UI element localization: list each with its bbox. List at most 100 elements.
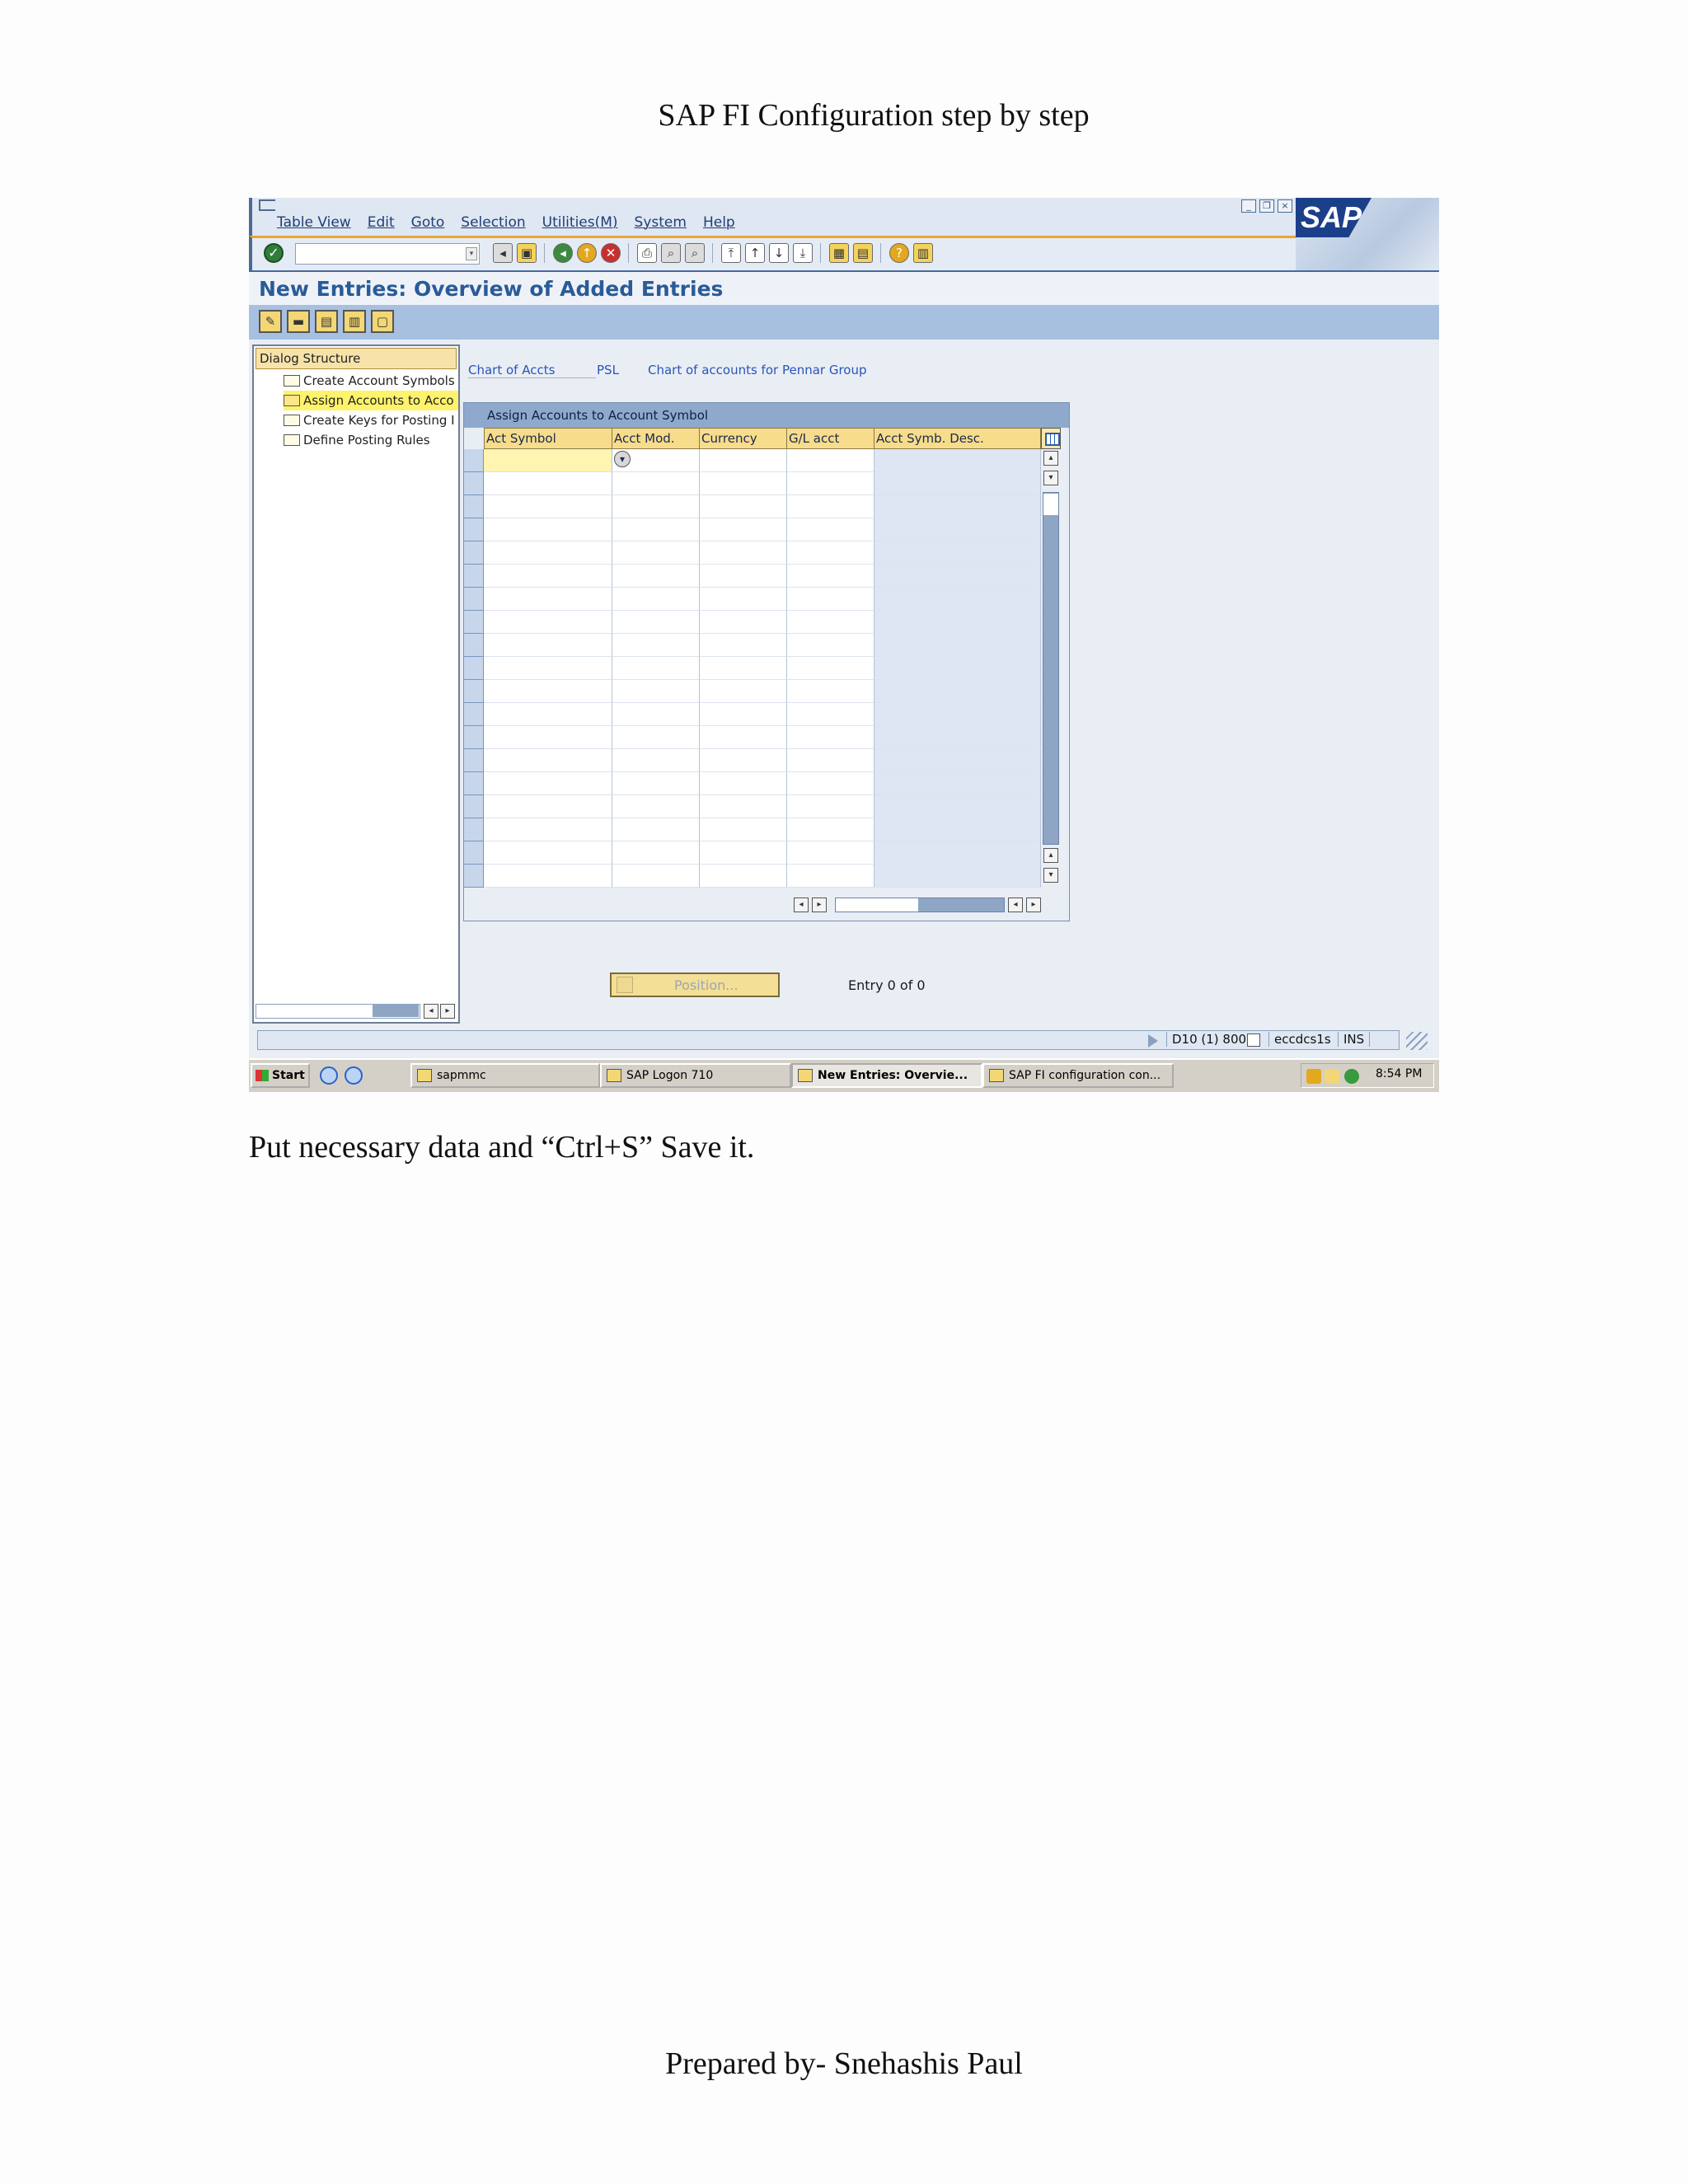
table-cell[interactable] <box>612 865 700 888</box>
restore-icon[interactable]: ❐ <box>1259 199 1274 213</box>
row-selector[interactable] <box>464 703 484 726</box>
table-cell[interactable] <box>700 495 787 518</box>
command-field[interactable]: ▾ <box>295 243 480 265</box>
table-cell[interactable] <box>484 588 612 611</box>
row-selector[interactable] <box>464 565 484 588</box>
table-cell[interactable] <box>700 749 787 772</box>
table-cell[interactable] <box>787 726 874 749</box>
scroll-right-icon[interactable]: ▸ <box>440 1004 455 1019</box>
table-cell[interactable] <box>612 818 700 841</box>
task-new-entries[interactable]: New Entries: Overvie... <box>791 1063 982 1088</box>
table-cell[interactable] <box>787 495 874 518</box>
column-header-gl-acct[interactable]: G/L acct <box>787 428 874 449</box>
table-cell[interactable] <box>484 495 612 518</box>
scroll-thumb[interactable] <box>1043 494 1058 515</box>
row-selector[interactable] <box>464 749 484 772</box>
table-cell[interactable] <box>612 749 700 772</box>
table-cell[interactable] <box>700 588 787 611</box>
column-header-acct-mod[interactable]: Acct Mod. <box>612 428 700 449</box>
menu-system[interactable]: System <box>635 214 687 231</box>
scroll-track[interactable] <box>1043 492 1059 845</box>
row-selector[interactable] <box>464 680 484 703</box>
tray-sap-icon[interactable] <box>1306 1069 1321 1084</box>
position-button[interactable]: Position... <box>610 972 780 997</box>
row-selector[interactable] <box>464 634 484 657</box>
close-icon[interactable]: × <box>1278 199 1292 213</box>
command-field-toggle-icon[interactable] <box>259 199 275 211</box>
table-cell[interactable] <box>484 795 612 818</box>
find-icon[interactable]: ⌕ <box>661 243 681 263</box>
table-cell[interactable] <box>484 865 612 888</box>
table-cell[interactable] <box>484 703 612 726</box>
table-cell[interactable] <box>787 541 874 565</box>
table-cell[interactable] <box>787 680 874 703</box>
table-vertical-scrollbar[interactable]: ▴ ▾ ▴ ▾ <box>1043 449 1059 888</box>
table-cell[interactable] <box>787 772 874 795</box>
table-cell[interactable] <box>787 565 874 588</box>
table-cell[interactable] <box>612 518 700 541</box>
table-cell[interactable] <box>612 680 700 703</box>
table-cell[interactable] <box>484 772 612 795</box>
row-selector[interactable] <box>464 449 484 472</box>
table-cell[interactable] <box>484 680 612 703</box>
back-icon[interactable]: ◂ <box>553 243 573 263</box>
scroll-right-icon[interactable]: ◂ <box>1008 898 1023 912</box>
table-cell[interactable] <box>700 449 787 472</box>
table-cell[interactable] <box>700 680 787 703</box>
system-dropdown-icon[interactable] <box>1247 1033 1260 1047</box>
status-toggle-icon[interactable] <box>1148 1034 1158 1047</box>
tree-node-define-posting-rules[interactable]: Define Posting Rules <box>284 430 458 450</box>
deselect-all-icon[interactable]: ▢ <box>371 310 394 333</box>
scroll-left-icon[interactable]: ▸ <box>812 898 827 912</box>
table-cell[interactable] <box>612 565 700 588</box>
tree-node-assign-accounts[interactable]: Assign Accounts to Acco <box>284 391 458 410</box>
table-cell[interactable] <box>700 703 787 726</box>
table-cell[interactable] <box>787 449 874 472</box>
table-cell[interactable] <box>700 726 787 749</box>
row-selector[interactable] <box>464 518 484 541</box>
table-cell[interactable] <box>787 657 874 680</box>
table-cell[interactable] <box>612 795 700 818</box>
save-icon[interactable]: ▣ <box>517 243 537 263</box>
scroll-up-icon[interactable]: ▾ <box>1043 471 1058 485</box>
previous-page-icon[interactable]: ↑ <box>745 243 765 263</box>
column-header-currency[interactable]: Currency <box>700 428 787 449</box>
task-sapmmc[interactable]: sapmmc <box>410 1063 600 1088</box>
column-header-acct-symb-desc[interactable]: Acct Symb. Desc. <box>874 428 1041 449</box>
table-cell[interactable] <box>484 518 612 541</box>
table-cell[interactable] <box>484 449 612 472</box>
scroll-first-column-icon[interactable]: ◂ <box>794 898 809 912</box>
scroll-down-icon[interactable]: ▴ <box>1043 848 1058 863</box>
table-cell[interactable] <box>700 795 787 818</box>
enter-check-icon[interactable]: ✓ <box>264 243 284 263</box>
table-cell[interactable] <box>700 772 787 795</box>
table-cell[interactable] <box>787 518 874 541</box>
table-cell[interactable] <box>787 865 874 888</box>
last-page-icon[interactable]: ⤓ <box>793 243 813 263</box>
table-cell[interactable] <box>612 472 700 495</box>
display-change-icon[interactable]: ✎ <box>259 310 282 333</box>
scroll-top-icon[interactable]: ▴ <box>1043 451 1058 466</box>
table-cell[interactable] <box>787 634 874 657</box>
table-cell[interactable] <box>787 588 874 611</box>
table-horizontal-scrollbar[interactable]: ◂ ▸ ◂ ▸ <box>792 896 1064 914</box>
table-cell[interactable] <box>700 865 787 888</box>
row-selector[interactable] <box>464 657 484 680</box>
table-cell[interactable] <box>612 495 700 518</box>
table-cell[interactable] <box>612 657 700 680</box>
next-page-icon[interactable]: ↓ <box>769 243 789 263</box>
tree-node-create-account-symbols[interactable]: Create Account Symbols <box>284 371 458 391</box>
table-cell[interactable] <box>484 541 612 565</box>
table-cell[interactable] <box>700 611 787 634</box>
menu-goto[interactable]: Goto <box>411 214 445 231</box>
menu-selection[interactable]: Selection <box>461 214 525 231</box>
command-history-dropdown-icon[interactable]: ▾ <box>466 247 477 260</box>
menu-help[interactable]: Help <box>703 214 735 231</box>
table-cell[interactable] <box>484 657 612 680</box>
table-cell[interactable] <box>700 634 787 657</box>
resize-grip-icon[interactable] <box>1406 1032 1428 1050</box>
row-selector[interactable] <box>464 818 484 841</box>
table-cell[interactable] <box>700 818 787 841</box>
table-settings-icon[interactable] <box>1041 428 1061 449</box>
row-selector[interactable] <box>464 795 484 818</box>
